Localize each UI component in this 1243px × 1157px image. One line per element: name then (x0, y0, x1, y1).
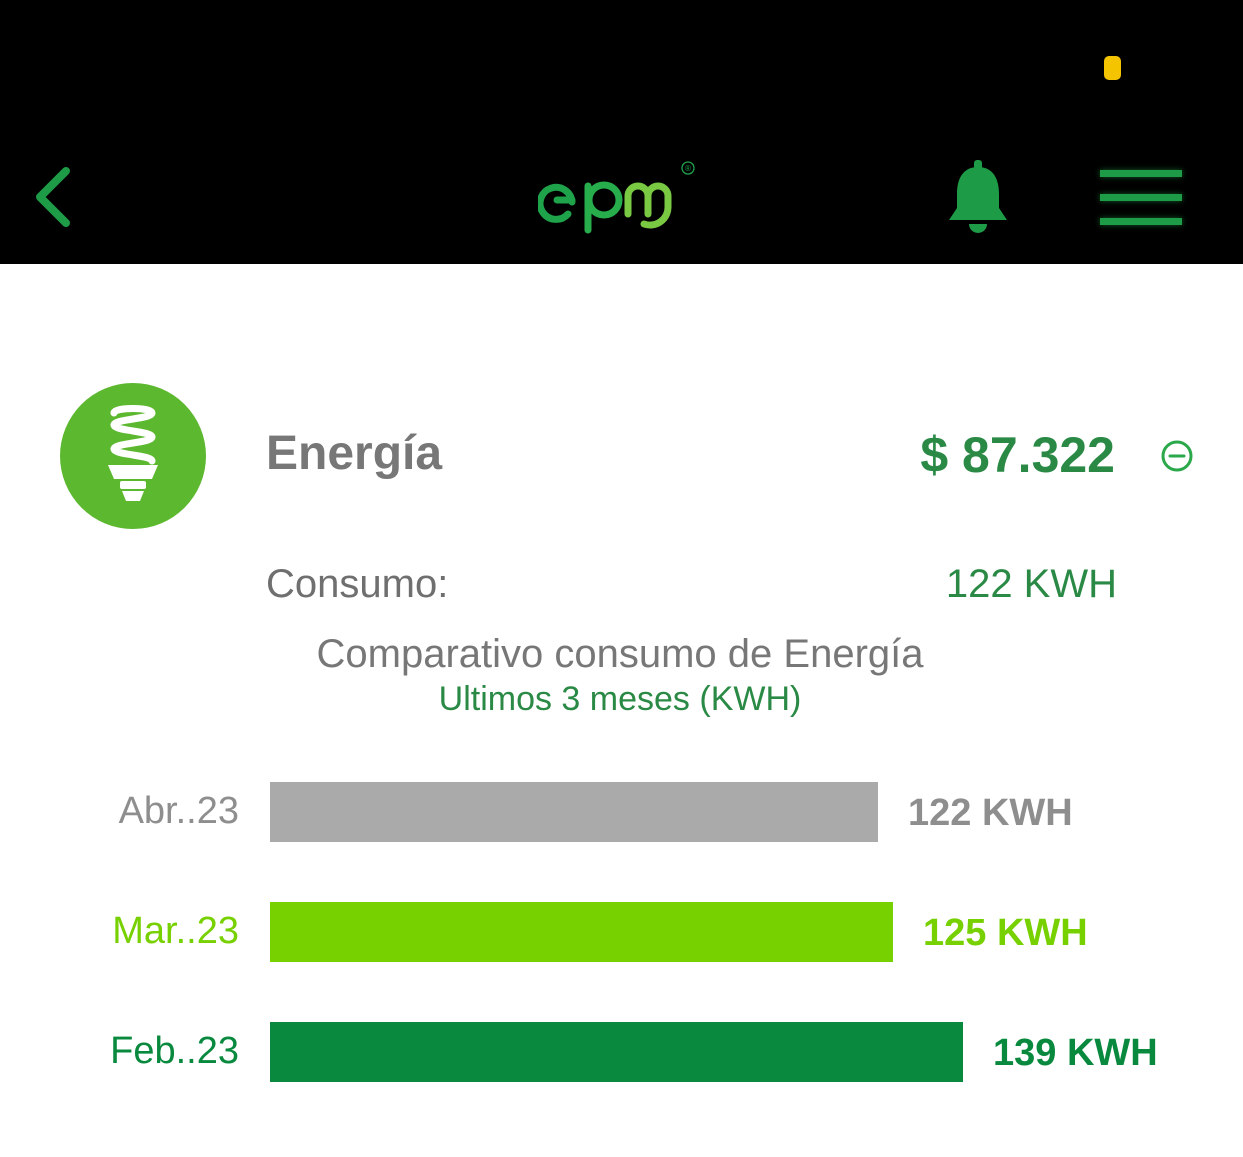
bell-icon (949, 160, 1007, 233)
comparison-subtitle: Ultimos 3 meses (KWH) (0, 680, 1240, 719)
service-title: Energía (266, 427, 443, 480)
notifications-button[interactable] (944, 158, 1012, 236)
bar-row: Mar..23 125 KWH (0, 902, 1243, 962)
comparison-subtitle-text: Ultimos 3 meses (KWH) (438, 680, 802, 718)
bar (270, 1022, 963, 1082)
energy-service-icon (60, 383, 206, 529)
bar (270, 782, 878, 842)
collapse-button[interactable] (1160, 439, 1194, 473)
menu-line (1100, 194, 1182, 201)
bar-value-label: 122 KWH (908, 792, 1073, 834)
comparison-title: Comparativo consumo de Energía (0, 632, 1240, 677)
logo-registered-mark: ® (685, 164, 691, 173)
bar (270, 902, 893, 962)
bar-category-label: Abr..23 (118, 790, 239, 832)
minus-circle-icon (1161, 440, 1193, 472)
bar-row: Abr..23 122 KWH (0, 782, 1243, 842)
bar-row: Feb..23 139 KWH (0, 1022, 1243, 1082)
app-header: ® (0, 0, 1243, 264)
consumption-value: 122 KWH (945, 562, 1117, 606)
bar-value-label: 139 KWH (993, 1032, 1158, 1074)
comparison-title-text: Comparativo consumo de Energía (316, 632, 924, 676)
chevron-left-icon (36, 167, 70, 227)
bar-value-label: 125 KWH (923, 912, 1088, 954)
service-amount: $ 87.322 (920, 427, 1115, 483)
status-indicator (1104, 56, 1121, 80)
menu-button[interactable] (1100, 166, 1184, 228)
hamburger-menu-icon (1100, 170, 1182, 177)
epm-logo: ® (536, 158, 703, 240)
back-button[interactable] (30, 165, 80, 229)
bar-category-label: Feb..23 (110, 1030, 239, 1072)
menu-line (1100, 218, 1182, 225)
bar-category-label: Mar..23 (112, 910, 239, 952)
consumption-label: Consumo: (266, 562, 449, 606)
light-bulb-icon (108, 405, 158, 501)
